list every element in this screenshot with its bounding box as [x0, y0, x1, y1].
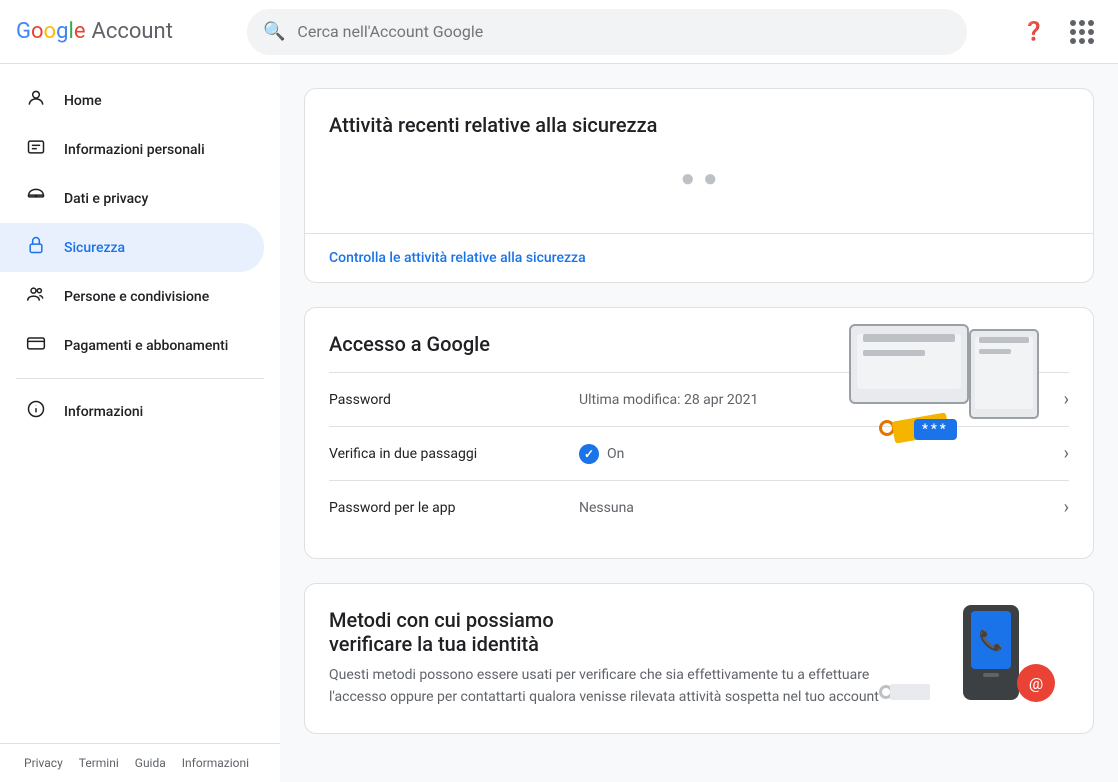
logo: Google Account	[16, 19, 216, 44]
monitor-screen	[857, 334, 961, 389]
search-bar: 🔍	[247, 9, 967, 55]
search-icon: 🔍	[263, 21, 285, 42]
footer-link-terms[interactable]: Termini	[79, 756, 119, 770]
home-icon	[24, 88, 48, 113]
personal-icon	[24, 137, 48, 162]
apps-button[interactable]	[1062, 12, 1102, 52]
two-step-arrow: ›	[1064, 443, 1069, 464]
app-header: Google Account 🔍 ❓	[0, 0, 1118, 64]
security-activity-card: Attività recenti relative alla sicurezza…	[304, 88, 1094, 283]
personal-label: Informazioni personali	[64, 142, 205, 158]
help-button[interactable]: ❓	[1014, 12, 1054, 52]
sidebar: Home Informazioni personali Dati e priva…	[0, 64, 280, 782]
email-badge-icon: @	[1017, 664, 1055, 702]
main-content: Attività recenti relative alla sicurezza…	[280, 64, 1118, 782]
people-label: Persone e condivisione	[64, 289, 209, 305]
sidebar-footer: Privacy Termini Guida Informazioni	[0, 743, 280, 782]
sidebar-item-payments[interactable]: Pagamenti e abbonamenti	[0, 321, 264, 370]
sidebar-item-info[interactable]: Informazioni	[0, 387, 264, 436]
activity-dot-1: ●	[681, 164, 696, 193]
header-actions: ❓	[1014, 12, 1102, 52]
account-label: Account	[91, 19, 172, 44]
help-icon: ❓	[1023, 21, 1045, 42]
app-passwords-value: Nessuna	[579, 500, 1064, 516]
footer-link-help[interactable]: Guida	[135, 756, 166, 770]
security-activity-title: Attività recenti relative alla sicurezza	[305, 89, 1093, 153]
identity-illustration: 📞 @	[869, 600, 1069, 710]
security-icon	[24, 235, 48, 260]
footer-link-about[interactable]: Informazioni	[182, 756, 249, 770]
tablet-screen	[975, 337, 1033, 409]
home-label: Home	[64, 93, 102, 109]
privacy-icon	[24, 186, 48, 211]
two-step-value: ✓ On	[579, 444, 1064, 464]
password-label: Password	[329, 392, 579, 408]
google-access-card: Accesso a Google	[304, 307, 1094, 559]
app-passwords-label: Password per le app	[329, 500, 579, 516]
search-input[interactable]	[297, 22, 951, 41]
password-badge: ***	[914, 419, 957, 440]
info-icon	[24, 399, 48, 424]
footer-link-privacy[interactable]: Privacy	[24, 756, 63, 770]
info-label: Informazioni	[64, 404, 143, 420]
sidebar-item-personal[interactable]: Informazioni personali	[0, 125, 264, 174]
identity-description: Questi metodi possono essere usati per v…	[329, 664, 929, 709]
app-passwords-row[interactable]: Password per le app Nessuna ›	[329, 480, 1069, 534]
access-illustration: ***	[849, 324, 1069, 444]
phone-icon: 📞	[963, 605, 1019, 700]
tablet-icon	[969, 329, 1039, 419]
people-icon	[24, 284, 48, 309]
check-activity-link[interactable]: Controlla le attività relative alla sicu…	[305, 233, 1093, 282]
monitor-icon	[849, 324, 969, 404]
sidebar-item-security[interactable]: Sicurezza	[0, 223, 264, 272]
sidebar-item-home[interactable]: Home	[0, 76, 264, 125]
verified-badge: ✓	[579, 444, 599, 464]
app-passwords-arrow: ›	[1064, 497, 1069, 518]
identity-card: Metodi con cui possiamo verificare la tu…	[304, 583, 1094, 734]
google-logo-text: Google	[16, 19, 85, 44]
sidebar-item-privacy[interactable]: Dati e privacy	[0, 174, 264, 223]
privacy-label: Dati e privacy	[64, 191, 148, 207]
layout: Home Informazioni personali Dati e priva…	[0, 64, 1118, 782]
payments-icon	[24, 333, 48, 358]
security-label: Sicurezza	[64, 240, 125, 256]
payments-label: Pagamenti e abbonamenti	[64, 338, 228, 354]
grid-icon	[1070, 20, 1094, 44]
two-step-label: Verifica in due passaggi	[329, 446, 579, 462]
sidebar-item-people[interactable]: Persone e condivisione	[0, 272, 264, 321]
sidebar-divider	[16, 378, 264, 379]
key-small-icon	[879, 684, 930, 700]
activity-dot-2: ●	[703, 164, 718, 193]
security-activity-body: ● ●	[305, 153, 1093, 233]
